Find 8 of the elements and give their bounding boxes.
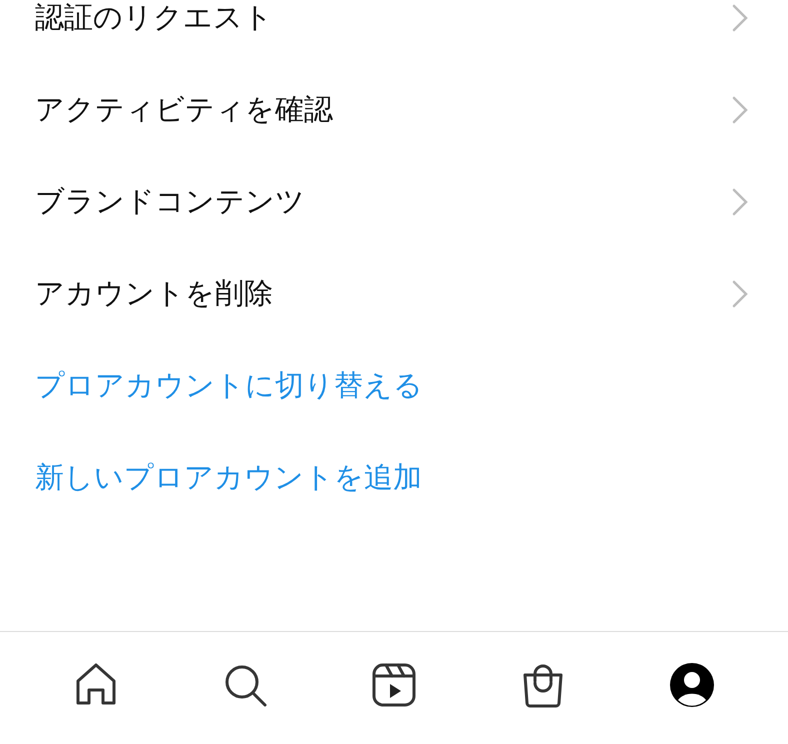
chevron-icon: [732, 96, 748, 124]
menu-item-label[interactable]: 認証のリクエスト: [35, 0, 273, 40]
chevron-icon: [732, 188, 748, 216]
menu-item-label[interactable]: アクティビティを確認: [35, 88, 333, 132]
chevron-icon: [732, 4, 748, 32]
menu-item-label[interactable]: ブランドコンテンツ: [35, 180, 305, 224]
menu-item-label[interactable]: アカウントを削除: [35, 272, 273, 316]
chevron-icon: [732, 280, 748, 308]
